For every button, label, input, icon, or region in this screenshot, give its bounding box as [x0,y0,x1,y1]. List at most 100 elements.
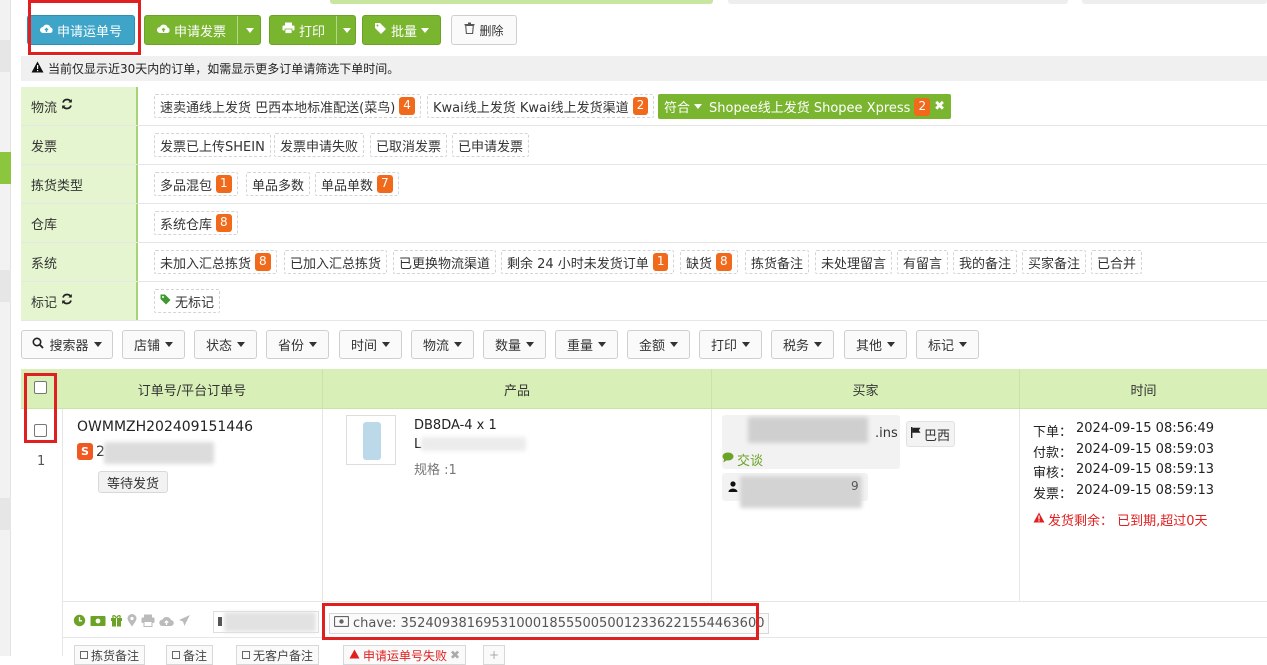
sidebar-marker[interactable] [0,270,11,302]
filter-chip-system[interactable]: 未加入汇总拣货 8 [154,250,277,274]
dropdown-print[interactable]: 打印 [699,330,762,359]
note-button[interactable]: 备注 [166,645,214,665]
warning-icon [349,648,360,662]
chip-label: 发票已上传SHEIN [160,139,265,155]
filter-chip-system[interactable]: 缺货 8 [680,250,738,274]
batch-button[interactable]: 批量 [362,15,441,45]
row-checkbox[interactable] [34,424,47,437]
filter-chip-invoice[interactable]: 发票申请失败 [274,133,365,157]
column-divider [711,409,712,601]
dropdown-search[interactable]: 搜索器 [21,330,113,359]
dropdown-weight[interactable]: 重量 [555,330,618,359]
delete-button[interactable]: 删除 [451,15,517,45]
filter-label-text: 系统 [31,256,58,272]
money-icon[interactable] [90,615,106,631]
dropdown-label: 搜索器 [49,339,89,354]
filter-chip-invoice[interactable]: 已申请发票 [452,133,530,157]
filter-chip-warehouse[interactable]: 系统仓库 8 [154,211,238,235]
filter-chip-system[interactable]: 已更换物流渠道 [393,250,497,274]
filter-chip-system[interactable]: 拣货备注 [745,250,810,274]
filter-chip-system[interactable]: 已合并 [1091,250,1143,274]
dropdown-label: 打印 [710,339,737,354]
dropdown-label: 物流 [422,339,449,354]
dropdown-mark[interactable]: 标记 [916,330,979,359]
pick-note-button[interactable]: 拣货备注 [74,645,146,665]
filter-chip-system[interactable]: 买家备注 [1022,250,1087,274]
filter-chip-invoice[interactable]: 发票已上传SHEIN [154,133,271,157]
header-order-no: 订单号/平台订单号 [62,369,323,409]
filter-chip-system[interactable]: 剩余 24 小时未发货订单 1 [501,250,675,274]
refresh-icon[interactable] [61,293,73,309]
dropdown-other[interactable]: 其他 [844,330,907,359]
filter-row-invoice: 发票 发票已上传SHEIN 发票申请失败 已取消发票 已申请发票 [21,126,1267,165]
order-number[interactable]: OWMMZH202409151446 [77,419,253,435]
filter-chip-system[interactable]: 未处理留言 [815,250,893,274]
cloud-upload-icon[interactable] [159,615,174,631]
match-mode-label[interactable]: 符合 [664,97,690,116]
gift-icon[interactable] [110,614,123,631]
filter-chip-pick-type[interactable]: 单品单数 7 [315,172,399,196]
chevron-down-icon[interactable] [343,28,351,33]
filter-chip-aliexpress[interactable]: 速卖通线上发货 巴西本地标准配送(菜鸟) 4 [154,94,421,118]
filter-chip-kwai[interactable]: Kwai线上发货 Kwai线上发货渠道 2 [427,94,655,118]
refresh-icon[interactable] [61,98,73,114]
sidebar-marker[interactable] [0,40,11,72]
chave-field[interactable]: chave: 352409381695310001855500500123362… [329,613,770,634]
dropdown-status[interactable]: 状态 [194,330,257,359]
add-button[interactable]: + [483,645,506,665]
waybill-failed-badge[interactable]: 申请运单号失败 ✖ [343,645,467,665]
chip-label: 缺货 [686,256,713,272]
close-icon[interactable]: ✖ [450,648,460,662]
filter-chip-no-mark[interactable]: 无标记 [154,289,221,313]
dropdown-logistics[interactable]: 物流 [411,330,474,359]
apply-invoice-label: 申请发票 [174,24,227,40]
map-marker-icon[interactable] [127,614,137,631]
delete-label: 删除 [479,23,504,38]
print-button[interactable]: 打印 [269,15,356,45]
dropdown-amount[interactable]: 金额 [627,330,690,359]
sidebar-marker[interactable] [0,498,11,530]
chevron-down-icon[interactable] [694,104,703,109]
dropdown-label: 标记 [927,339,954,354]
header-label: 产品 [503,383,530,399]
filter-chip-system[interactable]: 已加入汇总拣货 [284,250,388,274]
clock-icon[interactable] [73,614,86,631]
dropdown-store[interactable]: 店铺 [122,330,185,359]
print-icon[interactable] [141,614,155,631]
dropdown-label: 其他 [855,339,882,354]
dropdown-province[interactable]: 省份 [266,330,329,359]
buyer-name-tail: .ins [875,426,898,441]
product-thumbnail[interactable] [346,415,396,465]
filter-chip-pick-type[interactable]: 多品混包 1 [154,172,238,196]
filter-chip-shopee-active[interactable]: 符合 Shopee线上发货 Shopee Xpress 2 ✖ [658,94,951,119]
chat-link[interactable]: 交谈 [722,450,763,469]
count-badge: 2 [914,97,931,116]
dropdown-tax[interactable]: 税务 [771,330,834,359]
sidebar-marker-active[interactable] [0,152,11,184]
plane-icon[interactable] [178,614,191,631]
customer-note-button[interactable]: 无客户备注 [236,645,320,665]
country-label: 巴西 [924,428,951,444]
apply-waybill-button[interactable]: 申请运单号 [27,15,135,45]
filter-label-system: 系统 [21,243,138,281]
product-sku[interactable]: DB8DA-4 x 1 [414,418,497,433]
close-icon[interactable]: ✖ [934,99,945,114]
time-order-value: 2024-09-15 08:56:49 [1076,421,1215,436]
dropdown-label: 状态 [205,339,232,354]
dropdown-label: 金额 [638,339,665,354]
top-tab-edge [728,0,1068,4]
row-number: 1 [37,454,46,469]
time-review-label: 审核： [1033,466,1073,481]
chip-label: 未加入汇总拣货 [160,256,252,272]
apply-invoice-button[interactable]: 申请发票 [144,15,261,45]
filter-chip-invoice[interactable]: 已取消发票 [370,133,448,157]
filter-chip-system[interactable]: 我的备注 [953,250,1018,274]
filter-chip-pick-type[interactable]: 单品多数 [246,172,311,196]
dropdown-quantity[interactable]: 数量 [483,330,546,359]
dropdown-time[interactable]: 时间 [339,330,402,359]
header-label: 时间 [1130,383,1157,399]
header-time: 时间 [1020,369,1267,409]
filter-chip-system[interactable]: 有留言 [897,250,949,274]
chevron-down-icon[interactable] [246,28,254,33]
select-all-checkbox[interactable] [34,381,47,394]
